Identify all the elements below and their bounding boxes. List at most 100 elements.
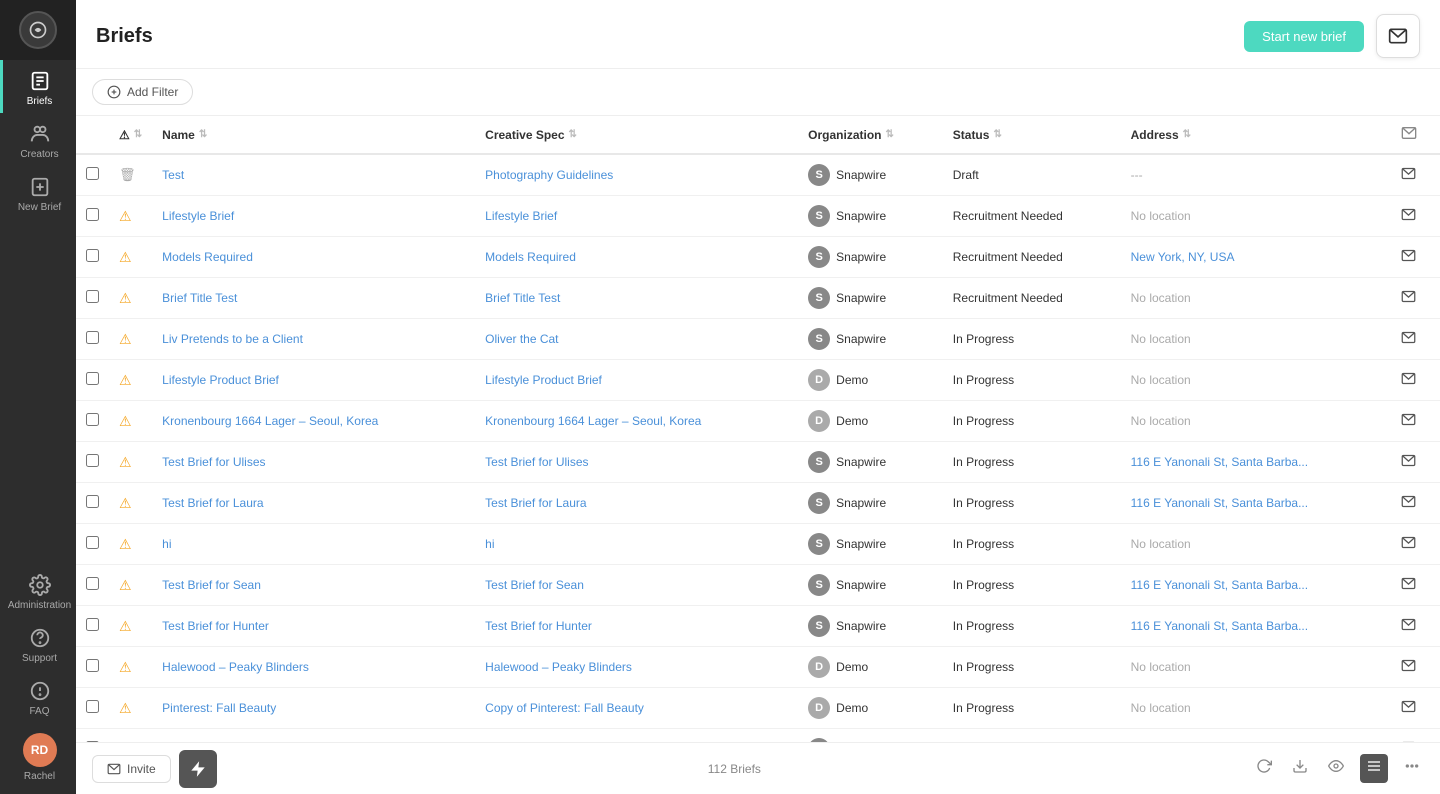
row-checkbox[interactable] <box>86 618 99 631</box>
row-checkbox[interactable] <box>86 659 99 672</box>
creative-spec-link[interactable]: Test Brief for Hunter <box>485 619 592 633</box>
row-mail-icon[interactable] <box>1401 209 1416 226</box>
app-logo[interactable] <box>19 11 57 49</box>
user-profile[interactable]: RD Rachel <box>0 723 76 794</box>
th-name[interactable]: Name ⇅ <box>152 116 475 154</box>
creative-spec-link[interactable]: Brief Title Test <box>485 291 560 305</box>
row-checkbox[interactable] <box>86 577 99 590</box>
brief-name-link[interactable]: Models Required <box>162 250 253 264</box>
start-new-brief-button[interactable]: Start new brief <box>1244 21 1364 52</box>
download-button[interactable] <box>1288 754 1312 783</box>
row-mail-icon[interactable] <box>1401 455 1416 472</box>
table-row: ⚠ Test Brief for Laura Test Brief for La… <box>76 483 1440 524</box>
row-checkbox[interactable] <box>86 208 99 221</box>
creative-spec-link[interactable]: Test Brief for Laura <box>485 496 586 510</box>
row-org-cell: S Snapwire <box>798 278 943 319</box>
row-checkbox[interactable] <box>86 536 99 549</box>
refresh-button[interactable] <box>1252 754 1276 783</box>
row-checkbox[interactable] <box>86 495 99 508</box>
row-mail-icon[interactable] <box>1401 373 1416 390</box>
th-organization[interactable]: Organization ⇅ <box>798 116 943 154</box>
flash-button[interactable] <box>179 750 217 788</box>
row-checkbox[interactable] <box>86 372 99 385</box>
address-link[interactable]: 116 E Yanonali St, Santa Barba... <box>1131 455 1308 469</box>
creative-spec-link[interactable]: Oliver the Cat <box>485 332 558 346</box>
brief-name-link[interactable]: Test Brief for Ulises <box>162 455 265 469</box>
th-address[interactable]: Address ⇅ <box>1121 116 1391 154</box>
row-checkbox[interactable] <box>86 290 99 303</box>
messages-button-top[interactable] <box>1376 14 1420 58</box>
row-checkbox[interactable] <box>86 700 99 713</box>
list-view-button[interactable] <box>1360 754 1388 783</box>
address-link[interactable]: New York, NY, USA <box>1131 250 1235 264</box>
delete-icon[interactable]: 🗑 <box>119 167 136 182</box>
address-link[interactable]: 116 E Yanonali St, Santa Barba... <box>1131 496 1308 510</box>
row-mail-icon[interactable] <box>1401 496 1416 513</box>
org-name: Snapwire <box>836 332 886 346</box>
row-mail-icon[interactable] <box>1401 168 1416 185</box>
row-checkbox[interactable] <box>86 249 99 262</box>
th-creative-spec[interactable]: Creative Spec ⇅ <box>475 116 798 154</box>
creative-spec-link[interactable]: Photography Guidelines <box>485 168 613 182</box>
invite-button[interactable]: Invite <box>92 755 171 783</box>
row-mail-cell <box>1391 565 1440 606</box>
address-link[interactable]: 116 E Yanonali St, Santa Barba... <box>1131 578 1308 592</box>
row-mail-icon[interactable] <box>1401 619 1416 636</box>
warning-icon: ⚠ <box>119 577 132 593</box>
brief-name-link[interactable]: Brief Title Test <box>162 291 237 305</box>
address-link[interactable]: 116 E Yanonali St, Santa Barba... <box>1131 619 1308 633</box>
row-mail-icon[interactable] <box>1401 701 1416 718</box>
sidebar-item-new-brief[interactable]: New Brief <box>0 166 76 219</box>
status-text: In Progress <box>953 414 1014 428</box>
creative-spec-link[interactable]: Test Brief for Ulises <box>485 455 588 469</box>
sidebar-item-administration[interactable]: Administration <box>0 564 76 617</box>
status-text: In Progress <box>953 455 1014 469</box>
brief-name-link[interactable]: Test <box>162 168 184 182</box>
row-mail-icon[interactable] <box>1401 537 1416 554</box>
brief-name-link[interactable]: Halewood – Peaky Blinders <box>162 660 309 674</box>
row-checkbox[interactable] <box>86 167 99 180</box>
avatar: RD <box>23 733 57 767</box>
brief-name-link[interactable]: Liv Pretends to be a Client <box>162 332 303 346</box>
row-status-cell: Recruitment Needed <box>943 278 1121 319</box>
more-options-button[interactable] <box>1400 754 1424 783</box>
creative-spec-link[interactable]: Halewood – Peaky Blinders <box>485 660 632 674</box>
row-checkbox[interactable] <box>86 331 99 344</box>
row-checkbox[interactable] <box>86 413 99 426</box>
brief-name-link[interactable]: Test Brief for Laura <box>162 496 263 510</box>
th-status[interactable]: Status ⇅ <box>943 116 1121 154</box>
brief-name-link[interactable]: Lifestyle Brief <box>162 209 234 223</box>
list-icon <box>1366 758 1382 774</box>
sidebar-item-support[interactable]: Support <box>0 617 76 670</box>
creative-spec-link[interactable]: Models Required <box>485 250 576 264</box>
creative-spec-link[interactable]: Test Brief for Sean <box>485 578 584 592</box>
brief-name-link[interactable]: Pinterest: Fall Beauty <box>162 701 276 715</box>
row-mail-icon[interactable] <box>1401 250 1416 267</box>
view-button[interactable] <box>1324 754 1348 783</box>
creative-spec-link[interactable]: Lifestyle Product Brief <box>485 373 602 387</box>
th-address-label: Address <box>1131 128 1179 142</box>
brief-name-link[interactable]: hi <box>162 537 171 551</box>
sidebar-item-faq[interactable]: FAQ <box>0 670 76 723</box>
creative-spec-link[interactable]: hi <box>485 537 494 551</box>
brief-name-link[interactable]: Test Brief for Hunter <box>162 619 269 633</box>
brief-name-link[interactable]: Test Brief for Sean <box>162 578 261 592</box>
row-mail-icon[interactable] <box>1401 332 1416 349</box>
org-name: Snapwire <box>836 537 886 551</box>
brief-name-link[interactable]: Kronenbourg 1664 Lager – Seoul, Korea <box>162 414 378 428</box>
row-mail-icon[interactable] <box>1401 291 1416 308</box>
creative-spec-link[interactable]: Copy of Pinterest: Fall Beauty <box>485 701 644 715</box>
row-checkbox[interactable] <box>86 454 99 467</box>
th-warn[interactable]: ⚠ ⇅ <box>109 116 152 154</box>
sidebar-item-briefs[interactable]: Briefs <box>0 60 76 113</box>
row-mail-icon[interactable] <box>1401 414 1416 431</box>
row-mail-icon[interactable] <box>1401 660 1416 677</box>
brief-name-link[interactable]: Lifestyle Product Brief <box>162 373 279 387</box>
creative-spec-link[interactable]: Kronenbourg 1664 Lager – Seoul, Korea <box>485 414 701 428</box>
row-mail-icon[interactable] <box>1401 578 1416 595</box>
row-creative-spec-cell: Test Brief for Laura <box>475 483 798 524</box>
sidebar-item-creators[interactable]: Creators <box>0 113 76 166</box>
add-filter-button[interactable]: Add Filter <box>92 79 193 105</box>
status-text: Recruitment Needed <box>953 291 1063 305</box>
creative-spec-link[interactable]: Lifestyle Brief <box>485 209 557 223</box>
